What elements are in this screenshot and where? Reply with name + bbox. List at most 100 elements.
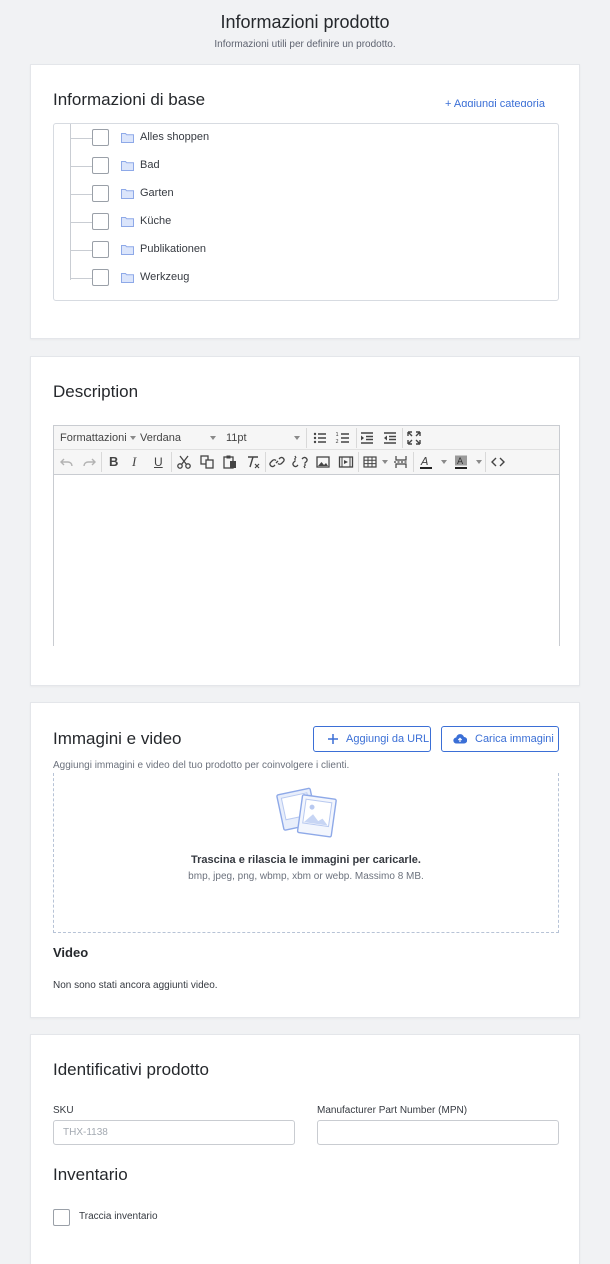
add-category-link[interactable]: + Aggiungi categoria <box>445 97 545 107</box>
plus-icon <box>328 734 338 744</box>
video-empty-message: Non sono stati ancora aggiunti video. <box>53 980 218 991</box>
dropzone-formats: bmp, jpeg, png, wbmp, xbm or webp. Massi… <box>188 871 424 882</box>
outdent-icon[interactable] <box>382 430 398 446</box>
folder-icon <box>121 133 134 143</box>
svg-text:A: A <box>457 457 464 467</box>
paste-icon[interactable] <box>222 454 238 470</box>
category-label: Publikationen <box>140 243 207 255</box>
inventory-title: Inventario <box>53 1165 128 1184</box>
category-checkbox[interactable] <box>92 269 109 286</box>
toolbar-divider <box>485 452 486 472</box>
tree-branch <box>70 278 92 279</box>
category-checkbox[interactable] <box>92 213 109 230</box>
font-size-label: 11pt <box>226 432 247 444</box>
svg-text:A: A <box>420 455 429 468</box>
numbered-list-icon[interactable]: 12 <box>335 430 351 446</box>
editor-content-area[interactable] <box>54 475 559 646</box>
category-item[interactable]: Garten <box>54 180 558 208</box>
font-family-dropdown[interactable]: Verdana <box>140 426 216 450</box>
tree-branch <box>70 250 92 251</box>
media-title: Immagini e video <box>53 729 182 748</box>
category-tree: Alles shoppen Bad Garten Küche Publikati… <box>53 123 559 301</box>
chevron-down-icon[interactable] <box>476 460 482 464</box>
bullet-list-icon[interactable] <box>312 430 328 446</box>
photos-illustration-icon <box>276 787 337 838</box>
sku-input[interactable] <box>53 1120 295 1145</box>
identifiers-card: Identificativi prodotto SKU Manufacturer… <box>30 1034 580 1264</box>
bold-icon[interactable]: B <box>109 450 118 474</box>
tree-branch <box>70 222 92 223</box>
identifiers-title: Identificativi prodotto <box>53 1060 209 1079</box>
rich-text-editor: Formattazioni Verdana 11pt 12 B I U A A <box>53 425 560 646</box>
base-info-card: Informazioni di base + Aggiungi categori… <box>30 64 580 339</box>
page-title: Informazioni prodotto <box>220 12 390 32</box>
category-item[interactable]: Bad <box>54 152 558 180</box>
folder-icon <box>121 161 134 171</box>
text-color-icon[interactable]: A <box>418 454 434 470</box>
category-label: Alles shoppen <box>140 131 210 143</box>
page-break-icon[interactable] <box>393 454 409 470</box>
category-item[interactable]: Küche <box>54 208 558 236</box>
tree-branch <box>70 138 92 139</box>
format-dropdown[interactable]: Formattazioni <box>60 426 136 450</box>
chevron-down-icon[interactable] <box>382 460 388 464</box>
chevron-down-icon <box>294 436 300 440</box>
category-checkbox[interactable] <box>92 129 109 146</box>
toolbar-divider <box>358 452 359 472</box>
toolbar-divider <box>306 428 307 448</box>
add-from-url-label: Aggiungi da URL <box>346 733 430 745</box>
source-code-icon[interactable] <box>490 454 506 470</box>
toolbar-divider <box>413 452 414 472</box>
toolbar-divider <box>101 452 102 472</box>
folder-icon <box>121 189 134 199</box>
unlink-icon[interactable] <box>292 454 308 470</box>
font-family-label: Verdana <box>140 432 181 444</box>
redo-icon[interactable] <box>81 454 97 470</box>
font-size-dropdown[interactable]: 11pt <box>226 426 300 450</box>
category-label: Garten <box>140 187 174 199</box>
category-label: Bad <box>140 159 160 171</box>
track-inventory-checkbox[interactable] <box>53 1209 70 1226</box>
link-icon[interactable] <box>269 454 285 470</box>
base-info-title: Informazioni di base <box>53 90 206 109</box>
copy-icon[interactable] <box>199 454 215 470</box>
table-icon[interactable] <box>362 454 378 470</box>
chevron-down-icon <box>129 436 136 441</box>
category-label: Küche <box>140 215 172 227</box>
chevron-down-icon <box>210 436 216 440</box>
toolbar-divider <box>356 428 357 448</box>
category-checkbox[interactable] <box>92 241 109 258</box>
category-item[interactable]: Werkzeug <box>54 264 558 292</box>
add-from-url-button[interactable]: Aggiungi da URL <box>313 726 431 752</box>
mpn-input[interactable] <box>317 1120 559 1145</box>
media-description: Aggiungi immagini e video del tuo prodot… <box>53 760 350 771</box>
toolbar-divider <box>171 452 172 472</box>
svg-text:1: 1 <box>336 432 339 438</box>
media-card: Immagini e video Aggiungi da URL Carica … <box>30 702 580 1018</box>
background-color-icon[interactable]: A <box>453 454 469 470</box>
upload-images-button[interactable]: Carica immagini <box>441 726 559 752</box>
svg-text:2: 2 <box>336 439 339 445</box>
tree-branch <box>70 194 92 195</box>
dropzone-title: Trascina e rilascia le immagini per cari… <box>191 854 421 866</box>
indent-icon[interactable] <box>359 430 375 446</box>
editor-toolbar-row-1: Formattazioni Verdana 11pt 12 <box>54 426 559 450</box>
image-icon[interactable] <box>315 454 331 470</box>
folder-icon <box>121 217 134 227</box>
clear-format-icon[interactable] <box>245 454 261 470</box>
fullscreen-icon[interactable] <box>406 430 422 446</box>
folder-icon <box>121 245 134 255</box>
undo-icon[interactable] <box>59 454 75 470</box>
underline-icon[interactable]: U <box>154 450 163 474</box>
chevron-down-icon[interactable] <box>441 460 447 464</box>
category-checkbox[interactable] <box>92 157 109 174</box>
category-item[interactable]: Publikationen <box>54 236 558 264</box>
media-icon[interactable] <box>338 454 354 470</box>
category-item[interactable]: Alles shoppen <box>54 124 558 152</box>
category-checkbox[interactable] <box>92 185 109 202</box>
folder-icon <box>121 273 134 283</box>
italic-icon[interactable]: I <box>132 450 136 474</box>
cut-icon[interactable] <box>176 454 192 470</box>
image-dropzone[interactable]: Trascina e rilascia le immagini per cari… <box>53 773 559 933</box>
page-header: Informazioni prodotto Informazioni utili… <box>0 0 610 64</box>
